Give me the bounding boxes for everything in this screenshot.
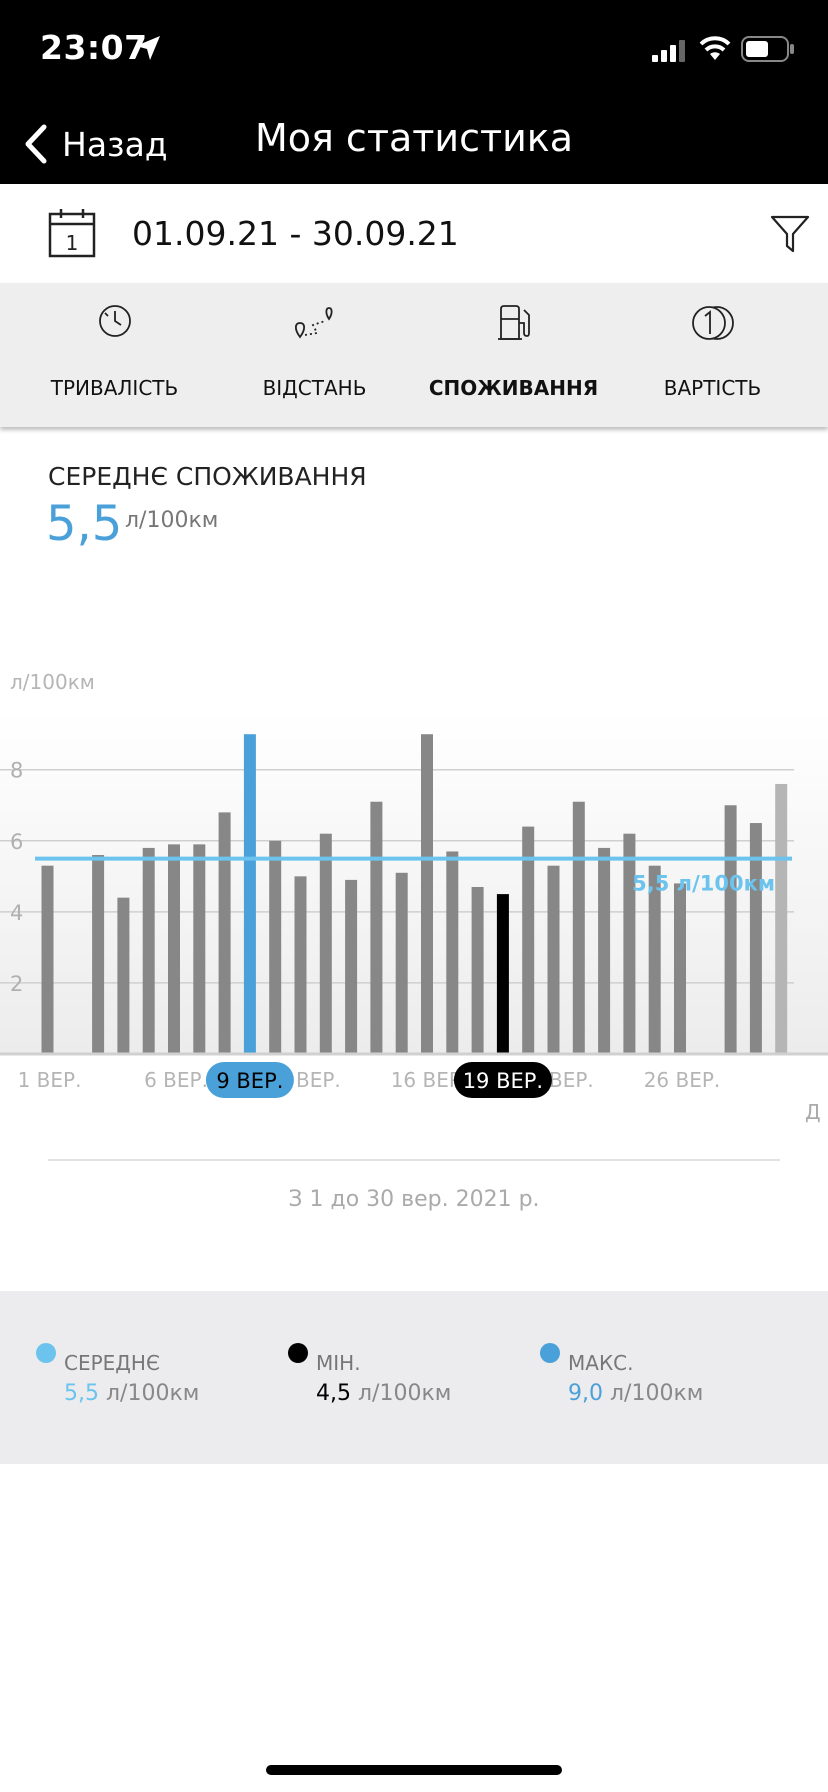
battery-icon	[741, 36, 794, 62]
chart-bar	[471, 887, 484, 1054]
legend-max-dot	[540, 1343, 560, 1363]
y-tick-label: 8	[10, 759, 23, 783]
legend-average-dot	[36, 1343, 56, 1363]
chart-y-unit: л/100км	[10, 670, 95, 694]
legend-max-unit: л/100км	[610, 1381, 704, 1406]
home-indicator[interactable]	[266, 1765, 562, 1775]
chart-bar	[269, 840, 282, 1054]
legend-average-unit: л/100км	[106, 1381, 200, 1406]
wifi-icon	[699, 36, 731, 60]
x-tick-label: 26 ВЕР.	[644, 1068, 721, 1092]
chart-bar	[446, 851, 459, 1054]
calendar-icon[interactable]: 1	[48, 208, 96, 258]
stats-tabs: ТРИВАЛІСТЬ ВІДСТАНЬ СПОЖИВАННЯ ВАРТІСТЬ	[0, 283, 828, 427]
legend-average-value: 5,5	[64, 1381, 99, 1406]
legend-min-unit: л/100км	[358, 1381, 452, 1406]
page-title-text: Моя статистика	[254, 116, 574, 160]
legend-min-dot	[288, 1343, 308, 1363]
average-consumption-value: 5,5	[46, 496, 123, 552]
stats-legend: СЕРЕДНЄ 5,5 л/100км МІН. 4,5 л/100км МАК…	[0, 1291, 828, 1464]
location-arrow-icon	[136, 36, 160, 60]
legend-average-value-row: 5,5 л/100км	[64, 1381, 199, 1406]
chart-bar	[117, 897, 130, 1054]
tab-cost-label: ВАРТІСТЬ	[663, 376, 762, 400]
cellular-signal-icon	[652, 40, 685, 62]
legend-max-value-row: 9,0 л/100км	[568, 1381, 703, 1406]
divider	[48, 1159, 780, 1161]
average-consumption-title: СЕРЕДНЄ СПОЖИВАННЯ	[48, 462, 367, 491]
consumption-bar-chart[interactable]: 2468 5,5 л/100км 1 ВЕР. 6 ВЕР. 11 ВЕР. 16 В…	[0, 710, 828, 1130]
chart-bar	[243, 734, 256, 1054]
page-title: Моя статистика	[0, 116, 828, 160]
chart-bar	[41, 865, 54, 1054]
calendar-day-number: 1	[66, 231, 79, 255]
chart-bar	[547, 865, 560, 1054]
chart-bar	[572, 801, 585, 1054]
chart-bar	[421, 734, 433, 1054]
legend-average-name: СЕРЕДНЄ	[64, 1351, 160, 1375]
tab-distance-label: ВІДСТАНЬ	[262, 376, 367, 400]
y-tick-label: 6	[10, 830, 23, 854]
tab-duration[interactable]: ТРИВАЛІСТЬ	[11, 283, 218, 427]
chart-bar	[92, 855, 105, 1054]
y-tick-label: 4	[10, 901, 23, 925]
average-line-label: 5,5 л/100км	[632, 872, 775, 896]
chart-bar	[294, 876, 307, 1054]
tab-cost[interactable]: ВАРТІСТЬ	[609, 283, 816, 427]
chart-bar	[724, 805, 737, 1054]
tab-duration-label: ТРИВАЛІСТЬ	[50, 376, 179, 400]
chart-bar	[775, 783, 788, 1054]
legend-min-value-row: 4,5 л/100км	[316, 1381, 451, 1406]
chart-bar	[395, 872, 408, 1054]
y-tick-label: 2	[10, 972, 23, 996]
chart-bar	[345, 879, 358, 1054]
chart-bar	[218, 812, 231, 1054]
tab-distance[interactable]: ВІДСТАНЬ	[211, 283, 418, 427]
fuel-pump-icon	[497, 305, 530, 340]
chart-bar	[168, 844, 180, 1054]
chart-bar	[319, 833, 332, 1054]
coin-icon	[691, 306, 734, 340]
filter-icon[interactable]	[770, 214, 810, 254]
legend-max-name: МАКС.	[568, 1351, 634, 1375]
x-tick-label: 6 ВЕР.	[144, 1068, 208, 1092]
chart-bar	[370, 801, 383, 1054]
tab-consumption[interactable]: СПОЖИВАННЯ	[410, 283, 617, 427]
chart-highlight-pills: 9 ВЕР. 19 ВЕР.	[205, 1062, 552, 1098]
legend-min-name: МІН.	[316, 1351, 361, 1375]
chart-bar	[522, 826, 535, 1054]
chart-bar	[598, 847, 611, 1054]
status-time: 23:07	[40, 28, 148, 67]
chart-bar	[496, 894, 509, 1054]
highlight-pill-label: 9 ВЕР.	[216, 1069, 283, 1093]
highlight-pill-label: 19 ВЕР.	[463, 1069, 543, 1093]
chart-x-ticks: 1 ВЕР. 6 ВЕР. 11 ВЕР. 16 ВЕР. 21 ВЕР. 26 ВЕР.	[18, 1068, 721, 1092]
average-consumption-unit: л/100км	[125, 508, 219, 533]
route-icon	[294, 307, 333, 339]
clock-icon	[98, 305, 131, 337]
chart-bar	[674, 883, 686, 1054]
x-tick-label: 1 ВЕР.	[18, 1068, 82, 1092]
period-caption: З 1 до 30 вер. 2021 р.	[288, 1187, 540, 1212]
legend-min-value: 4,5	[316, 1381, 351, 1406]
date-range-text[interactable]: 01.09.21 - 30.09.21	[132, 214, 459, 253]
chart-bar	[142, 847, 155, 1054]
chart-overflow-label: Д	[805, 1100, 821, 1124]
chart-bar	[623, 833, 636, 1054]
tab-consumption-label: СПОЖИВАННЯ	[428, 376, 599, 400]
legend-max-value: 9,0	[568, 1381, 603, 1406]
chart-bar	[193, 844, 206, 1054]
